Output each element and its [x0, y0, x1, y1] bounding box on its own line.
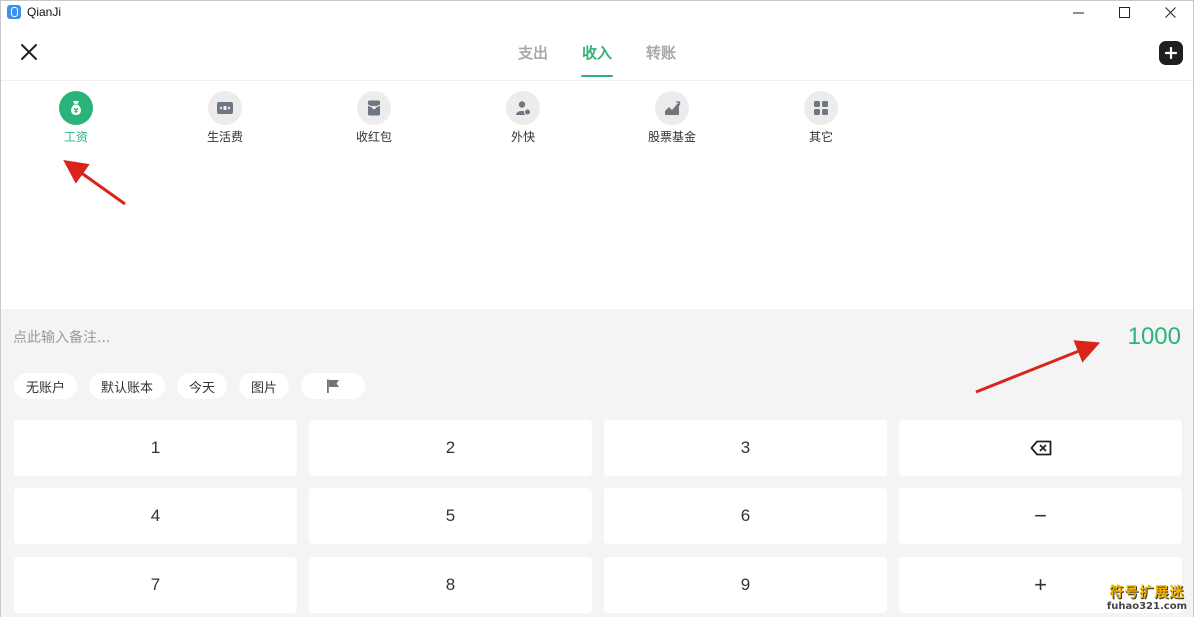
window-controls	[1055, 1, 1193, 23]
note-input[interactable]	[13, 326, 613, 350]
watermark-title: 符号扩展迷	[1109, 585, 1185, 601]
entry-panel: 1000 无账户 默认账本 今天 图片 1 2 3 4 5 6 − 7 8	[1, 309, 1193, 617]
key-minus[interactable]: −	[899, 488, 1182, 544]
number-keypad: 1 2 3 4 5 6 − 7 8 9 +	[14, 420, 1182, 617]
key-3[interactable]: 3	[604, 420, 887, 476]
title-bar: QianJi	[1, 1, 1193, 23]
category-label: 股票基金	[647, 130, 696, 144]
key-6[interactable]: 6	[604, 488, 887, 544]
category-side-income[interactable]: 外快	[473, 91, 573, 145]
category-label: 其它	[808, 130, 833, 144]
minimize-button[interactable]	[1055, 1, 1101, 23]
maximize-icon	[1118, 6, 1130, 18]
backspace-icon	[1030, 440, 1051, 456]
window-title: QianJi	[27, 5, 62, 19]
category-grid: ¥ 工资 生活费 收红包 外快 股票基金 其它	[1, 81, 1193, 309]
tab-income[interactable]: 收入	[565, 23, 629, 81]
category-label: 生活费	[206, 130, 243, 144]
money-bag-icon: ¥	[59, 91, 93, 125]
watermark: 符号扩展迷 fuhao321.com	[1107, 586, 1187, 612]
key-9[interactable]: 9	[604, 557, 887, 613]
date-chip[interactable]: 今天	[177, 373, 228, 399]
key-backspace[interactable]	[899, 420, 1182, 476]
category-label: 外快	[510, 130, 535, 144]
flag-chip[interactable]	[301, 373, 366, 399]
plus-icon	[1165, 47, 1177, 59]
key-7[interactable]: 7	[14, 557, 297, 613]
key-4[interactable]: 4	[14, 488, 297, 544]
image-chip[interactable]: 图片	[239, 373, 290, 399]
tab-expense[interactable]: 支出	[501, 23, 565, 81]
window-close-button[interactable]	[1147, 1, 1193, 23]
close-icon	[1164, 6, 1176, 18]
option-chips: 无账户 默认账本 今天 图片	[14, 373, 366, 399]
type-tabs: 支出 收入 转账	[1, 23, 1193, 81]
category-stocks-funds[interactable]: 股票基金	[622, 91, 722, 145]
account-chip[interactable]: 无账户	[14, 373, 78, 399]
category-other[interactable]: 其它	[771, 91, 871, 145]
app-logo-icon	[7, 5, 21, 19]
category-label: 收红包	[355, 130, 392, 144]
minimize-icon	[1072, 12, 1084, 13]
amount-display: 1000	[1127, 323, 1181, 350]
tab-transfer[interactable]: 转账	[629, 23, 693, 81]
add-category-button[interactable]	[1159, 41, 1183, 65]
key-1[interactable]: 1	[14, 420, 297, 476]
category-living-expenses[interactable]: 生活费	[175, 91, 275, 145]
key-5[interactable]: 5	[309, 488, 592, 544]
category-salary[interactable]: ¥ 工资	[26, 91, 126, 145]
stock-chart-icon	[655, 91, 689, 125]
key-2[interactable]: 2	[309, 420, 592, 476]
watermark-url: fuhao321.com	[1106, 601, 1187, 612]
category-label: 工资	[63, 130, 88, 144]
maximize-button[interactable]	[1101, 1, 1147, 23]
key-8[interactable]: 8	[309, 557, 592, 613]
svg-text:¥: ¥	[74, 107, 79, 115]
header: 支出 收入 转账	[1, 23, 1193, 81]
flag-icon	[327, 379, 340, 393]
book-chip[interactable]: 默认账本	[89, 373, 166, 399]
person-coin-icon	[506, 91, 540, 125]
category-red-envelope[interactable]: 收红包	[324, 91, 424, 145]
red-envelope-icon	[357, 91, 391, 125]
grid-icon	[804, 91, 838, 125]
wallet-icon	[208, 91, 242, 125]
